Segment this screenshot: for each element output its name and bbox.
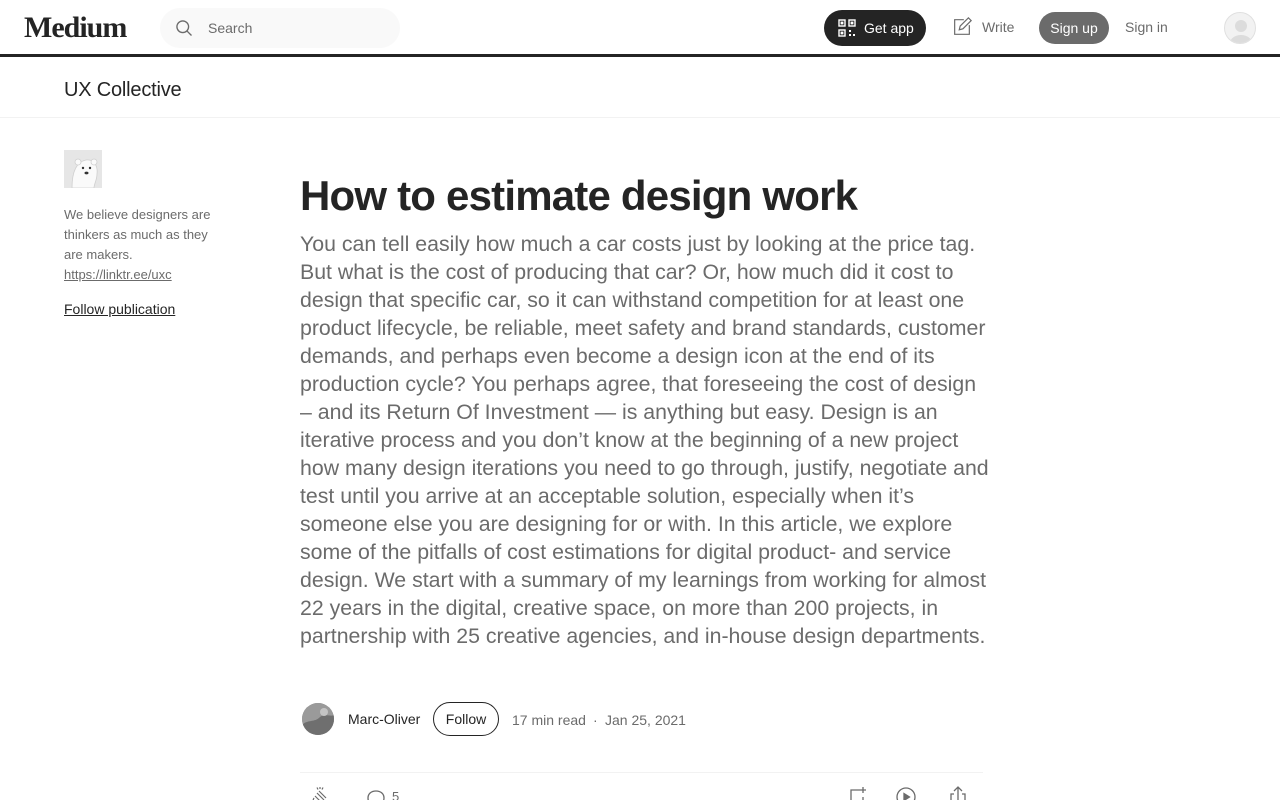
publication-link[interactable]: https://linktr.ee/uxc — [64, 267, 172, 282]
clap-icon[interactable] — [308, 785, 332, 800]
user-avatar[interactable] — [1224, 12, 1256, 44]
publication-name[interactable]: UX Collective — [64, 79, 182, 102]
bookmark-add-icon[interactable] — [845, 785, 869, 800]
search-input[interactable] — [208, 16, 388, 40]
top-navbar: Medium Get app Write Sign up Sign in — [0, 0, 1280, 57]
write-label: Write — [982, 19, 1015, 35]
share-icon[interactable] — [946, 785, 970, 800]
get-app-button[interactable]: Get app — [824, 10, 926, 46]
meta-separator: · — [593, 712, 598, 728]
author-photo-icon — [302, 703, 334, 735]
article-subtitle: You can tell easily how much a car costs… — [300, 232, 989, 648]
response-count[interactable]: 5 — [392, 789, 399, 800]
publication-header: UX Collective — [0, 60, 1280, 118]
publication-logo[interactable] — [64, 150, 102, 188]
publish-date: Jan 25, 2021 — [605, 712, 686, 728]
write-button[interactable]: Write — [951, 16, 1014, 38]
pen-icon — [954, 16, 973, 35]
author-name[interactable]: Marc-Oliver — [348, 711, 420, 727]
article-title: How to estimate design work — [300, 172, 858, 219]
search-box[interactable] — [160, 8, 400, 48]
article-action-bar: 5 — [300, 772, 983, 800]
play-icon[interactable] — [894, 785, 918, 800]
search-icon — [176, 20, 192, 36]
qr-code-icon — [838, 19, 856, 37]
follow-publication-link[interactable]: Follow publication — [64, 301, 175, 317]
author-avatar[interactable] — [302, 703, 334, 735]
sign-in-link[interactable]: Sign in — [1125, 19, 1168, 35]
follow-author-button[interactable]: Follow — [433, 702, 499, 736]
publication-description: We believe designers are thinkers as muc… — [64, 205, 214, 285]
comment-icon[interactable] — [364, 787, 388, 800]
medium-logo[interactable]: Medium — [24, 11, 127, 45]
author-byline: Marc-Oliver Follow 17 min read · Jan 25,… — [300, 701, 990, 737]
read-time: 17 min read — [512, 712, 586, 728]
get-app-label: Get app — [864, 20, 914, 36]
polar-bear-logo-icon — [64, 150, 102, 188]
publication-tagline: We believe designers are thinkers as muc… — [64, 207, 211, 262]
default-avatar-icon — [1230, 20, 1252, 43]
sign-up-button[interactable]: Sign up — [1039, 12, 1109, 44]
